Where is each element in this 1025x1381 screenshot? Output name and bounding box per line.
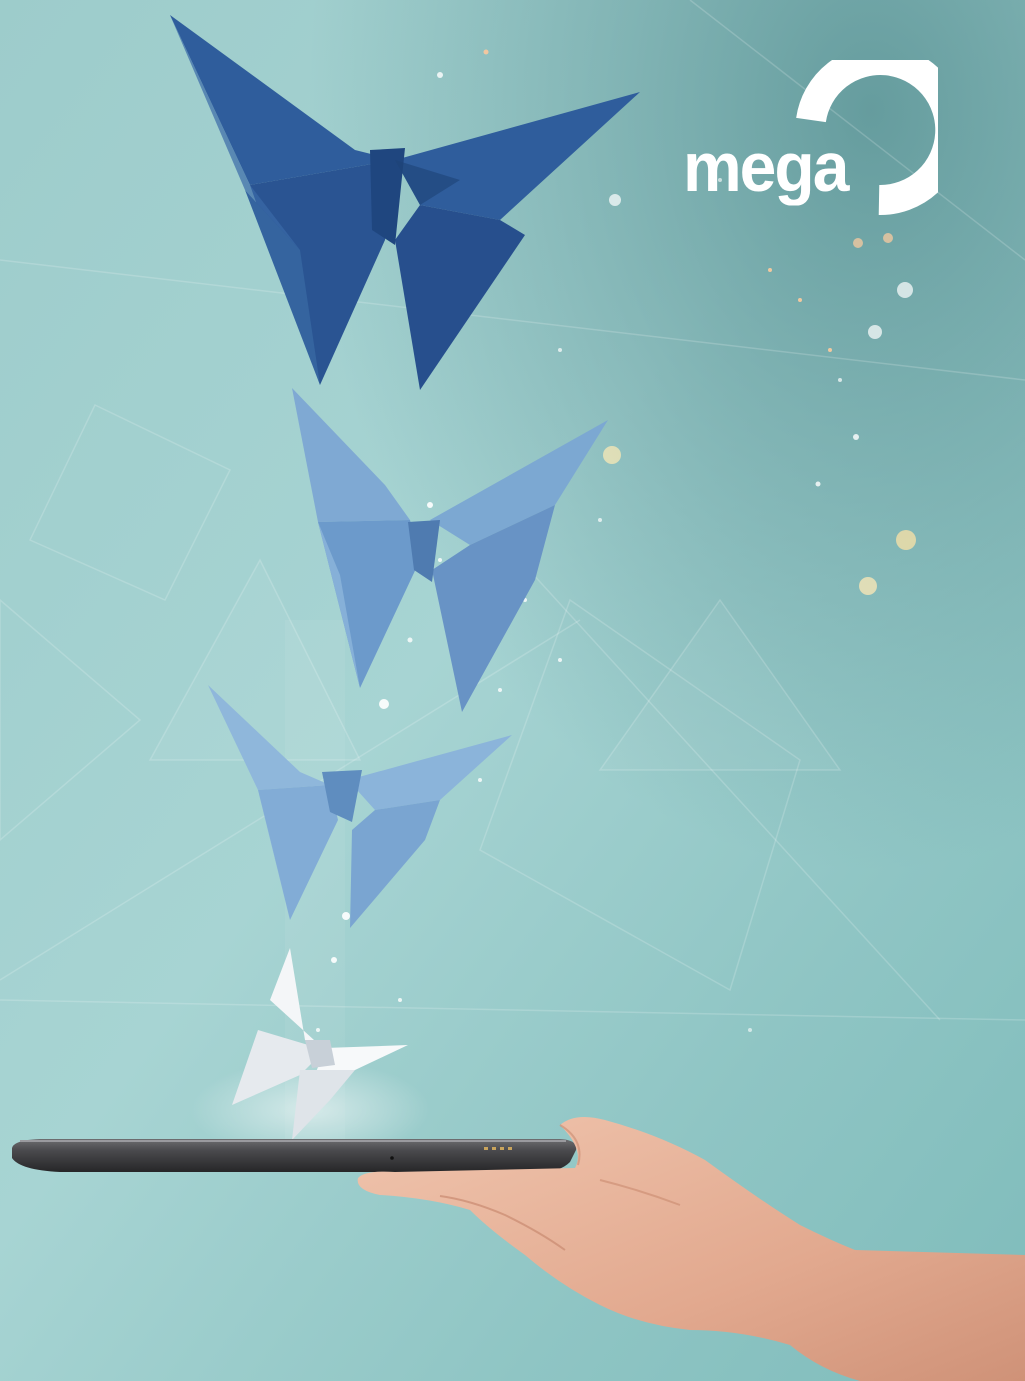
promo-artwork: mega bbox=[0, 0, 1025, 1381]
mega-logo: mega bbox=[683, 60, 938, 220]
logo-wordmark: mega bbox=[683, 127, 849, 206]
tablet bbox=[12, 1139, 577, 1172]
